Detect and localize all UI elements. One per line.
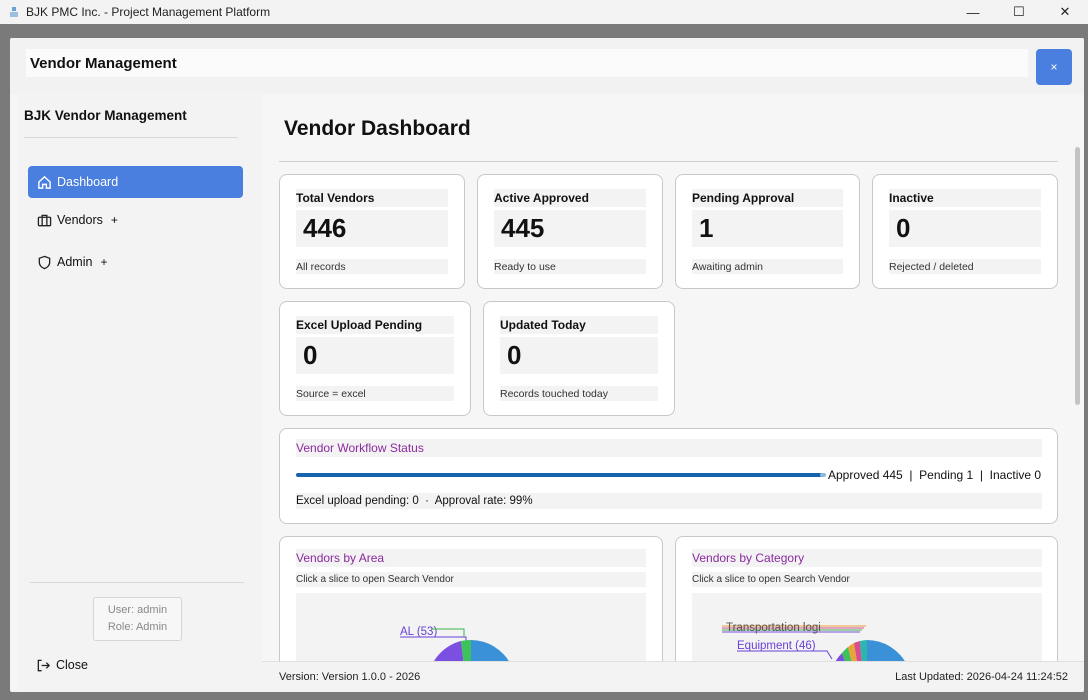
stat-card-inactive[interactable]: Inactive 0 Rejected / deleted (872, 174, 1058, 289)
card-label: Excel Upload Pending (296, 316, 454, 334)
card-label: Pending Approval (692, 189, 843, 207)
sidebar-item-admin[interactable]: Admin + (28, 246, 243, 278)
main-footer: Version: Version 1.0.0 - 2026 Last Updat… (262, 661, 1084, 692)
expand-icon[interactable]: + (100, 255, 107, 269)
sidebar-title: BJK Vendor Management (24, 108, 187, 123)
title-divider (279, 161, 1058, 162)
card-value: 446 (296, 210, 448, 247)
close-label: Close (56, 658, 88, 672)
card-value: 0 (296, 337, 454, 374)
pie-label-al: AL (53) (400, 626, 437, 638)
os-window-controls: — ☐ ✕ (950, 0, 1088, 24)
sidebar-item-label: Vendors (57, 213, 103, 227)
card-subtitle: All records (296, 259, 448, 274)
stat-card-updated-today[interactable]: Updated Today 0 Records touched today (483, 301, 675, 416)
pie-slice[interactable] (867, 640, 907, 661)
dialog-header: Vendor Management × (10, 38, 1084, 94)
stat-card-excel-upload-pending[interactable]: Excel Upload Pending 0 Source = excel (279, 301, 471, 416)
pie-label-equipment: Equipment (46) (737, 640, 816, 652)
card-subtitle: Records touched today (500, 386, 658, 401)
vendors-by-area-card: Vendors by Area Click a slice to open Se… (279, 536, 663, 661)
dialog-close-button[interactable]: × (1036, 49, 1072, 85)
stat-card-total-vendors[interactable]: Total Vendors 446 All records (279, 174, 465, 289)
sidebar-item-label: Admin (57, 255, 93, 269)
workflow-status-text: Approved 445 | Pending 1 | Inactive 0 (828, 468, 1042, 482)
role-line: Role: Admin (107, 621, 168, 633)
chart-subtitle: Click a slice to open Search Vendor (296, 572, 646, 587)
card-label: Total Vendors (296, 189, 448, 207)
sidebar-divider (24, 137, 238, 138)
card-subtitle: Source = excel (296, 386, 454, 401)
card-value: 1 (692, 210, 843, 247)
stat-card-pending-approval[interactable]: Pending Approval 1 Awaiting admin (675, 174, 860, 289)
workflow-status-card: Vendor Workflow Status Approved 445 | Pe… (279, 428, 1058, 524)
card-value: 0 (500, 337, 658, 374)
card-subtitle: Awaiting admin (692, 259, 843, 274)
maximize-button[interactable]: ☐ (996, 0, 1042, 24)
card-value: 445 (494, 210, 646, 247)
sidebar-close-button[interactable]: Close (36, 657, 88, 673)
chart-title: Vendors by Category (692, 549, 1042, 567)
expand-icon[interactable]: + (111, 213, 118, 227)
briefcase-icon (36, 212, 52, 228)
card-label: Updated Today (500, 316, 658, 334)
card-label: Inactive (889, 189, 1041, 207)
vendor-management-dialog: Vendor Management × BJK Vendor Managemen… (10, 38, 1084, 692)
sidebar-divider (30, 582, 244, 583)
workflow-title: Vendor Workflow Status (296, 439, 1042, 457)
card-value: 0 (889, 210, 1041, 247)
os-window-title: BJK PMC Inc. - Project Management Platfo… (26, 5, 271, 19)
page-title: Vendor Dashboard (284, 117, 471, 140)
vendors-by-category-card: Vendors by Category Click a slice to ope… (675, 536, 1058, 661)
sidebar: BJK Vendor Management Dashboard Vendors … (18, 95, 262, 692)
sidebar-item-label: Dashboard (57, 175, 119, 189)
user-info-box: User: admin Role: Admin (93, 597, 182, 641)
stat-card-active-approved[interactable]: Active Approved 445 Ready to use (477, 174, 663, 289)
chart-title: Vendors by Area (296, 549, 646, 567)
workflow-progress-bar (296, 473, 822, 477)
main-content: Vendor Dashboard Total Vendors 446 All r… (262, 95, 1084, 661)
pie-leader-line (737, 650, 833, 660)
pie-slice[interactable] (471, 640, 511, 661)
sidebar-item-vendors[interactable]: Vendors + (28, 204, 243, 236)
card-subtitle: Ready to use (494, 259, 646, 274)
shield-icon (36, 254, 52, 270)
pie-label-transportation: Transportation logi (726, 622, 821, 634)
app-icon (8, 6, 20, 18)
main-scrollbar[interactable] (1075, 147, 1080, 405)
home-icon (36, 174, 52, 190)
category-pie-chart[interactable]: Transportation logi Equipment (46) (692, 593, 1042, 661)
minimize-button[interactable]: — (950, 0, 996, 24)
os-titlebar: BJK PMC Inc. - Project Management Platfo… (0, 0, 1088, 24)
area-pie-chart[interactable]: AL (53) (296, 593, 646, 661)
sidebar-item-dashboard[interactable]: Dashboard (28, 166, 243, 198)
card-subtitle: Rejected / deleted (889, 259, 1041, 274)
dialog-title: Vendor Management (26, 49, 1028, 77)
card-label: Active Approved (494, 189, 646, 207)
workflow-footer: Excel upload pending: 0 · Approval rate:… (296, 493, 1042, 509)
window-close-button[interactable]: ✕ (1042, 0, 1088, 24)
version-text: Version: Version 1.0.0 - 2026 (279, 671, 421, 683)
last-updated-text: Last Updated: 2026-04-24 11:24:52 (895, 671, 1068, 683)
user-line: User: admin (107, 604, 168, 616)
exit-icon (36, 657, 52, 673)
chart-subtitle: Click a slice to open Search Vendor (692, 572, 1042, 587)
